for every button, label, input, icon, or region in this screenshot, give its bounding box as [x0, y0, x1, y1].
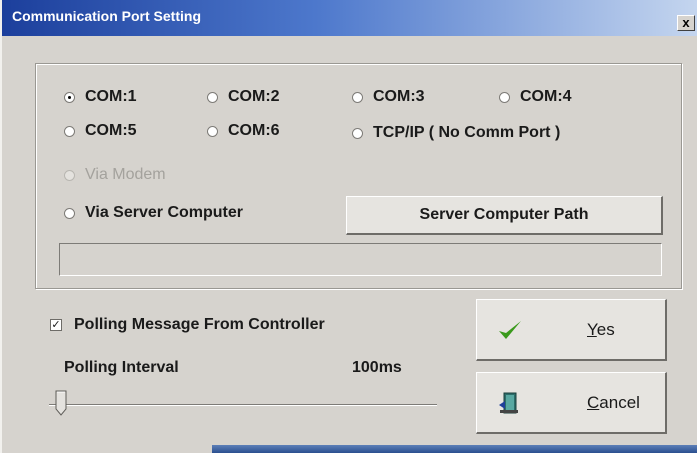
polling-checkbox[interactable]: ✓ Polling Message From Controller	[50, 316, 325, 334]
radio-label: COM:6	[228, 122, 280, 139]
cancel-label: Cancel	[587, 392, 640, 412]
radio-icon	[64, 125, 75, 137]
communication-port-dialog: Communication Port Setting x COM:1 COM:2…	[0, 0, 697, 453]
radio-icon	[207, 125, 218, 137]
radio-label: COM:3	[373, 88, 425, 105]
server-computer-path-button[interactable]: Server Computer Path	[346, 196, 663, 235]
yes-button[interactable]: Yes	[476, 299, 667, 361]
radio-label: COM:2	[228, 88, 280, 105]
polling-interval-value: 100ms	[352, 359, 402, 376]
polling-interval-label: Polling Interval	[64, 359, 179, 376]
radio-label: COM:5	[85, 122, 137, 139]
radio-icon	[64, 207, 75, 219]
close-button[interactable]: x	[677, 15, 695, 31]
radio-com5[interactable]: COM:5	[64, 122, 137, 140]
radio-icon	[499, 91, 510, 103]
cancel-button[interactable]: Cancel	[476, 372, 667, 434]
radio-label: TCP/IP ( No Comm Port )	[373, 124, 561, 141]
polling-slider-track	[49, 404, 437, 406]
exit-door-icon	[499, 392, 518, 413]
radio-com6[interactable]: COM:6	[207, 122, 280, 140]
yes-label: Yes	[587, 319, 615, 339]
background-window-edge	[212, 445, 697, 453]
radio-label: COM:4	[520, 88, 572, 105]
radio-com4[interactable]: COM:4	[499, 88, 572, 106]
window-title: Communication Port Setting	[12, 8, 201, 24]
radio-icon	[64, 169, 75, 181]
radio-com1[interactable]: COM:1	[64, 88, 137, 106]
close-icon: x	[682, 15, 690, 30]
title-bar: Communication Port Setting x	[2, 0, 697, 36]
checkbox-checked-icon: ✓	[50, 319, 62, 331]
radio-label: Via Modem	[85, 166, 166, 183]
radio-com2[interactable]: COM:2	[207, 88, 280, 106]
polling-checkbox-label: Polling Message From Controller	[74, 316, 325, 333]
radio-icon	[207, 91, 218, 103]
radio-label: COM:1	[85, 88, 137, 105]
radio-via-server[interactable]: Via Server Computer	[64, 204, 243, 222]
radio-via-modem: Via Modem	[64, 166, 166, 184]
server-computer-path-label: Server Computer Path	[419, 206, 589, 223]
radio-selected-icon	[64, 91, 75, 103]
radio-com3[interactable]: COM:3	[352, 88, 425, 106]
radio-tcpip[interactable]: TCP/IP ( No Comm Port )	[352, 124, 560, 142]
checkmark-icon	[499, 320, 521, 339]
radio-icon	[352, 91, 363, 103]
radio-icon	[352, 127, 363, 139]
polling-slider-thumb[interactable]	[55, 390, 67, 416]
radio-label: Via Server Computer	[85, 204, 243, 221]
server-path-field[interactable]	[59, 243, 662, 276]
